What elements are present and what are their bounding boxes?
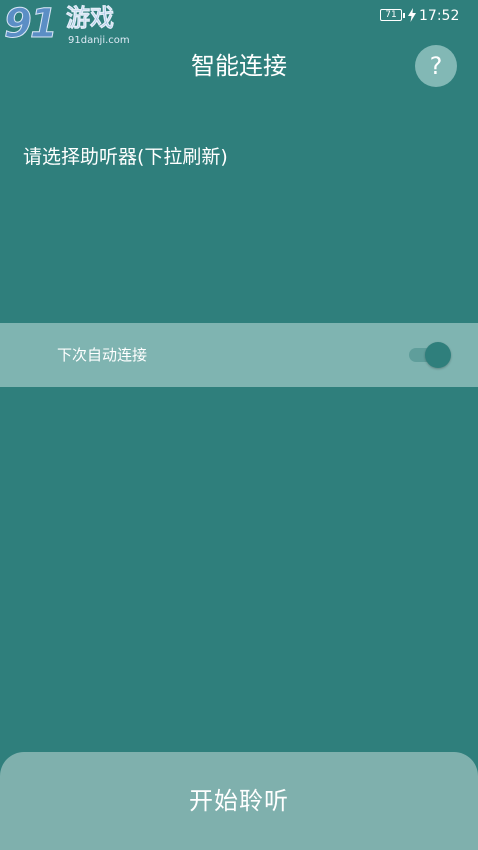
auto-connect-label: 下次自动连接 [57, 346, 148, 364]
auto-connect-row: 下次自动连接 [0, 323, 478, 387]
watermark-name: 游戏 [66, 4, 115, 33]
device-list-prompt: 请选择助听器(下拉刷新) [23, 146, 228, 168]
help-button[interactable]: ? [415, 45, 457, 87]
page-title: 智能连接 [191, 52, 287, 80]
watermark-number: 91 [4, 1, 59, 47]
watermark-logo: 91 游戏 91danji.com [4, 2, 138, 50]
charging-icon [408, 8, 416, 22]
watermark-site: 91danji.com [68, 35, 130, 46]
start-listening-button[interactable]: 开始聆听 [0, 752, 478, 850]
battery-icon: 71 [380, 9, 405, 21]
status-bar: 91 游戏 91danji.com 71 17:52 [0, 0, 478, 47]
status-time: 17:52 [419, 8, 460, 24]
auto-connect-toggle[interactable] [409, 341, 453, 369]
battery-level: 71 [385, 10, 397, 20]
toggle-knob [425, 342, 451, 368]
